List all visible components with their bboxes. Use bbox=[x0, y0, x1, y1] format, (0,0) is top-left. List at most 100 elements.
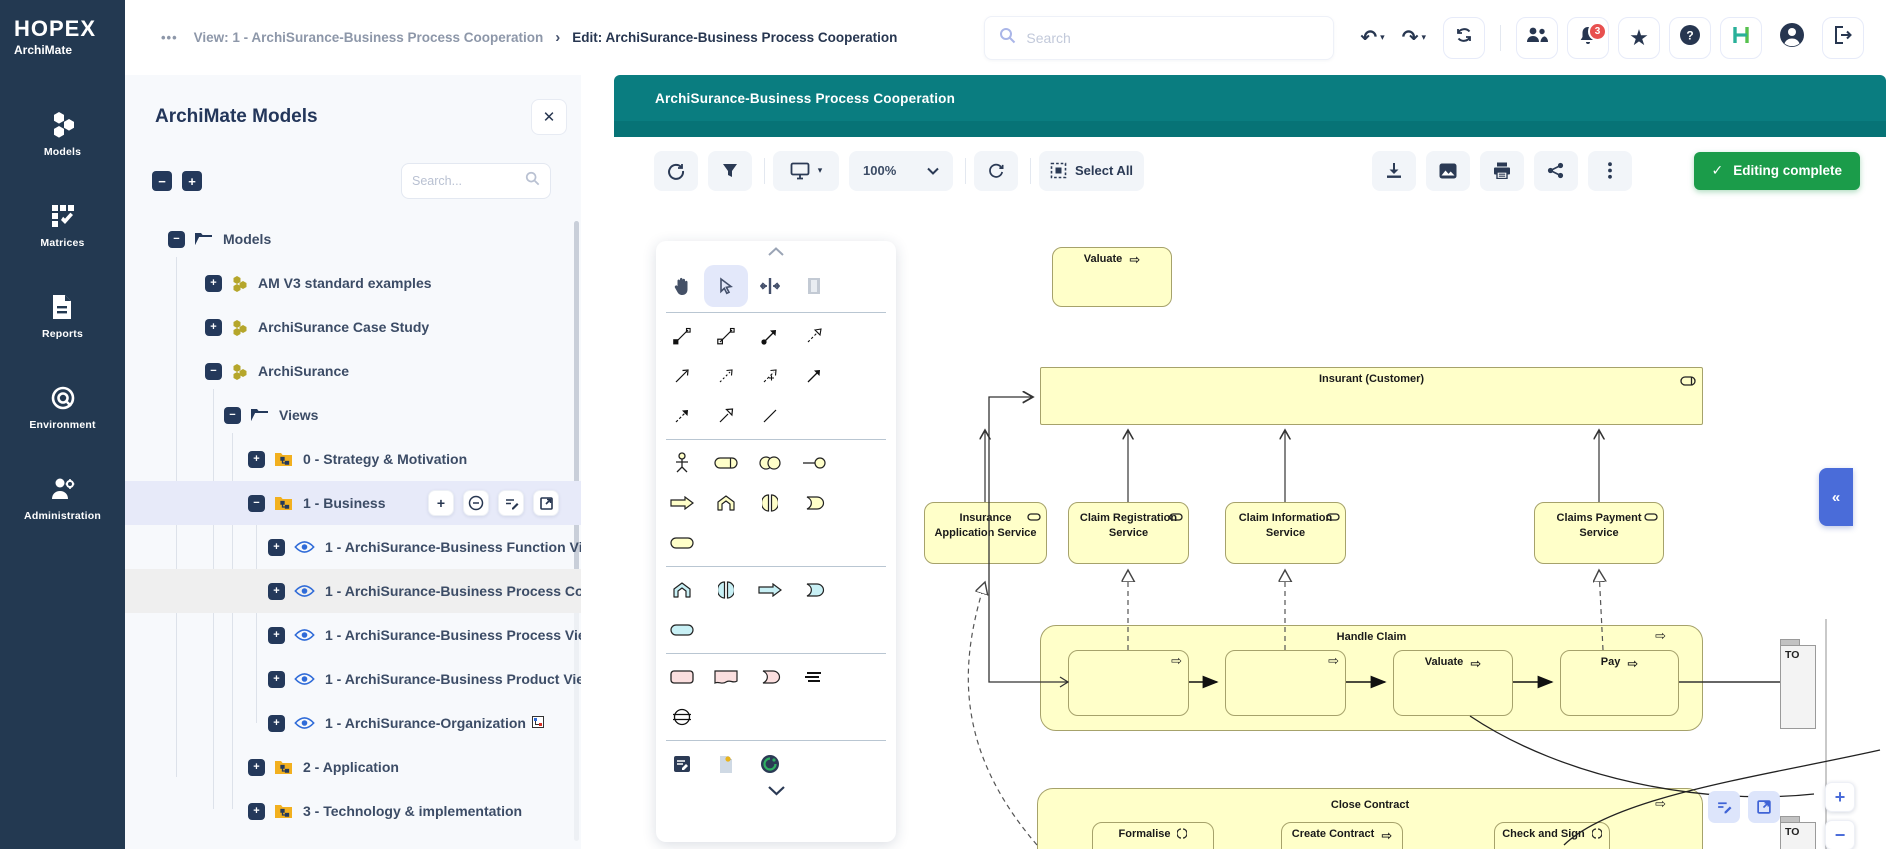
sidebar-item-reports[interactable]: Reports bbox=[42, 293, 83, 340]
share-button[interactable] bbox=[1534, 151, 1578, 191]
select-tool[interactable] bbox=[704, 265, 748, 307]
expand-toggle[interactable]: + bbox=[268, 583, 285, 600]
application-service-tool[interactable] bbox=[792, 570, 836, 610]
expand-toggle[interactable]: + bbox=[248, 759, 265, 776]
tree-item-organization[interactable]: + 1 - ArchiSurance-Organization bbox=[125, 701, 581, 745]
collapse-toggle[interactable]: − bbox=[224, 407, 241, 424]
note-tool[interactable] bbox=[660, 744, 704, 784]
business-collaboration-tool[interactable] bbox=[748, 443, 792, 483]
tree-search-input[interactable] bbox=[412, 174, 525, 188]
tree-item-archisurance-case-study[interactable]: + ArchiSurance Case Study bbox=[125, 305, 581, 349]
shape-close-contract-create-contract[interactable]: Create Contract⇨ bbox=[1281, 822, 1403, 849]
split-tool[interactable] bbox=[748, 266, 792, 306]
add-item-button[interactable]: + bbox=[428, 490, 454, 516]
shape-handle-claim-valuate[interactable]: Valuate⇨ bbox=[1393, 650, 1513, 716]
motivation-rect-tool[interactable] bbox=[660, 657, 704, 697]
global-search[interactable] bbox=[984, 16, 1334, 60]
shape-valuate-process[interactable]: Valuate⇨ bbox=[1052, 247, 1172, 307]
user-profile-button[interactable] bbox=[1771, 17, 1813, 59]
expand-toggle[interactable]: + bbox=[205, 319, 222, 336]
close-panel-button[interactable]: ✕ bbox=[531, 99, 567, 135]
shape-insurant-customer-role[interactable]: Insurant (Customer) bbox=[1040, 367, 1703, 425]
global-search-input[interactable] bbox=[1026, 30, 1319, 46]
expand-toggle[interactable]: + bbox=[248, 803, 265, 820]
triggering-relation-tool[interactable] bbox=[792, 356, 836, 396]
zoom-level-dropdown[interactable]: 100% bbox=[849, 151, 953, 191]
zoom-out-button[interactable]: − bbox=[1825, 820, 1855, 849]
collapse-right-panel-button[interactable]: « bbox=[1819, 468, 1853, 526]
expand-toggle[interactable]: + bbox=[268, 715, 285, 732]
editing-complete-button[interactable]: ✓ Editing complete bbox=[1694, 152, 1861, 190]
business-object-tool[interactable] bbox=[660, 523, 704, 563]
document-tool[interactable] bbox=[704, 744, 748, 784]
more-options-button[interactable] bbox=[1588, 151, 1632, 191]
assignment-relation-tool[interactable] bbox=[748, 316, 792, 356]
tree-item-business-product-view[interactable]: + 1 - ArchiSurance-Business Product View bbox=[125, 657, 581, 701]
refresh-session-button[interactable] bbox=[1443, 17, 1485, 59]
tree-item-models[interactable]: − Models bbox=[125, 217, 581, 261]
association-relation-tool[interactable] bbox=[748, 396, 792, 436]
expand-all-button[interactable]: + bbox=[182, 171, 202, 191]
tree-item-3-technology-implementation[interactable]: + 3 - Technology & implementation bbox=[125, 789, 581, 833]
rotate-refresh-button[interactable] bbox=[974, 151, 1018, 191]
refresh-diagram-button[interactable] bbox=[654, 151, 698, 191]
business-event-tool[interactable] bbox=[704, 483, 748, 523]
sidebar-item-administration[interactable]: Administration bbox=[24, 475, 101, 522]
collapse-toggle[interactable]: − bbox=[248, 495, 265, 512]
expand-toggle[interactable]: + bbox=[248, 451, 265, 468]
shape-claim-registration-service[interactable]: Claim Registration Service bbox=[1068, 502, 1189, 564]
shape-claim-information-service[interactable]: Claim Information Service bbox=[1225, 502, 1346, 564]
tree-search[interactable] bbox=[401, 163, 551, 199]
edit-properties-button[interactable] bbox=[1708, 791, 1740, 823]
flow-relation-tool[interactable] bbox=[660, 396, 704, 436]
breadcrumb-view-link[interactable]: View: 1 - ArchiSurance-Business Process … bbox=[194, 30, 544, 45]
application-interaction-tool[interactable] bbox=[704, 570, 748, 610]
sidebar-item-environment[interactable]: Environment bbox=[29, 384, 95, 431]
logout-button[interactable] bbox=[1822, 17, 1864, 59]
zoom-in-button[interactable]: + bbox=[1825, 782, 1855, 812]
shape-handle-claim-step2[interactable]: ⇨ bbox=[1225, 650, 1346, 716]
help-button[interactable]: ? bbox=[1669, 17, 1711, 59]
tree-item-business-function-view[interactable]: + 1 - ArchiSurance-Business Function Vie… bbox=[125, 525, 581, 569]
shape-to-box-2[interactable]: TO bbox=[1780, 822, 1816, 849]
collapse-toggle[interactable]: − bbox=[205, 363, 222, 380]
breadcrumb-overflow-button[interactable]: ••• bbox=[161, 30, 178, 45]
shape-close-contract-formalise[interactable]: Formalise bbox=[1092, 822, 1214, 849]
tree-item-business-process-view[interactable]: + 1 - ArchiSurance-Business Process View bbox=[125, 613, 581, 657]
composition-relation-tool[interactable] bbox=[660, 316, 704, 356]
deliverable-tool[interactable] bbox=[704, 657, 748, 697]
notifications-button[interactable]: 3 bbox=[1567, 17, 1609, 59]
tree-item-views[interactable]: − Views bbox=[125, 393, 581, 437]
favorites-button[interactable]: ★ bbox=[1618, 17, 1660, 59]
implementation-service-tool[interactable] bbox=[748, 657, 792, 697]
business-process-tool[interactable] bbox=[660, 483, 704, 523]
tree-item-0-strategy-motivation[interactable]: + 0 - Strategy & Motivation bbox=[125, 437, 581, 481]
influence-relation-tool[interactable] bbox=[748, 356, 792, 396]
undo-caret-icon[interactable]: ▾ bbox=[1380, 32, 1385, 43]
shape-to-box-1[interactable]: TO bbox=[1780, 645, 1816, 729]
remove-item-button[interactable] bbox=[463, 490, 489, 516]
business-role-tool[interactable] bbox=[704, 443, 748, 483]
business-interaction-tool[interactable] bbox=[748, 483, 792, 523]
aggregation-relation-tool[interactable] bbox=[704, 316, 748, 356]
collapse-toggle[interactable]: − bbox=[168, 231, 185, 248]
download-button[interactable] bbox=[1372, 151, 1416, 191]
sidebar-item-matrices[interactable]: Matrices bbox=[40, 202, 84, 249]
tree-item-archisurance[interactable]: − ArchiSurance bbox=[125, 349, 581, 393]
link-circle-tool[interactable] bbox=[748, 744, 792, 784]
palette-collapse-chevron[interactable] bbox=[656, 245, 896, 263]
tree-item-business-process-cooperation[interactable]: + 1 - ArchiSurance-Business Process Coop… bbox=[125, 569, 581, 613]
application-process-tool[interactable] bbox=[748, 570, 792, 610]
edit-properties-button[interactable] bbox=[498, 490, 524, 516]
collaboration-button[interactable] bbox=[1516, 17, 1558, 59]
filter-button[interactable] bbox=[708, 151, 752, 191]
print-button[interactable] bbox=[1480, 151, 1524, 191]
tree-item-2-application[interactable]: + 2 - Application bbox=[125, 745, 581, 789]
shape-close-contract-check-and-sign[interactable]: Check and Sign bbox=[1494, 822, 1610, 849]
application-event-tool[interactable] bbox=[660, 570, 704, 610]
gap-tool[interactable] bbox=[660, 697, 704, 737]
sidebar-item-models[interactable]: Models bbox=[44, 109, 81, 158]
access-relation-tool[interactable] bbox=[704, 356, 748, 396]
shape-handle-claim-step1[interactable]: ⇨ bbox=[1068, 650, 1189, 716]
business-service-tool[interactable] bbox=[792, 483, 836, 523]
